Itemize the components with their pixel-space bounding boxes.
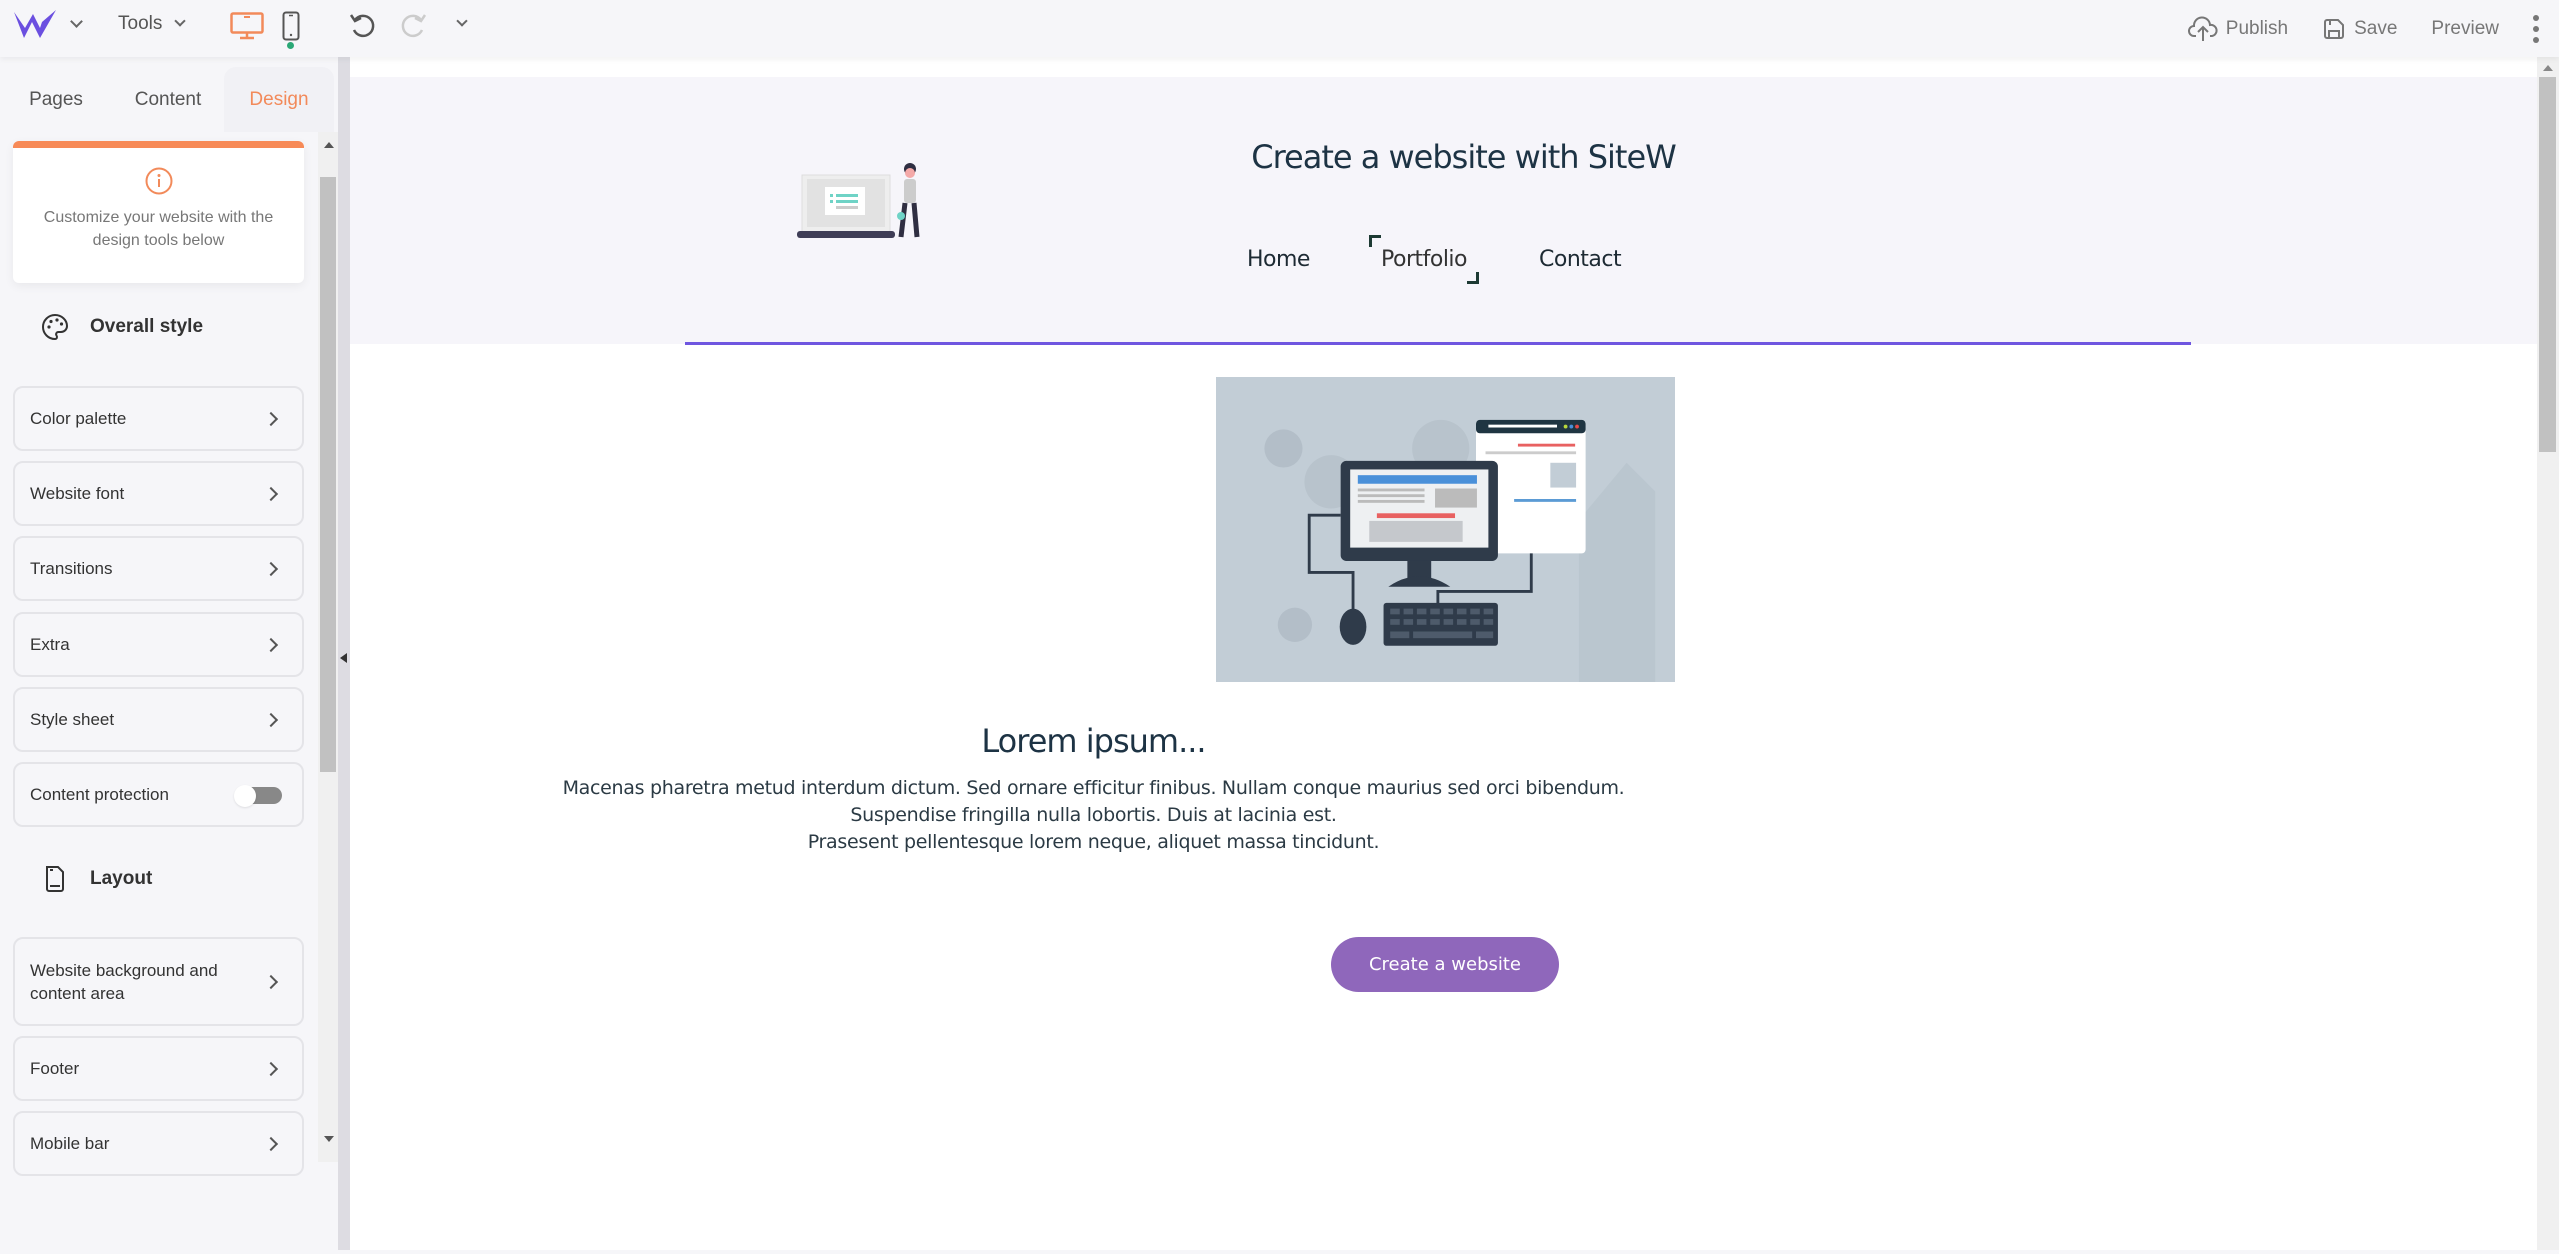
header-divider — [685, 342, 2191, 345]
item-label: Footer — [30, 1059, 80, 1078]
selection-corner — [1369, 235, 1381, 247]
menu-item-transitions[interactable]: Transitions — [13, 536, 304, 601]
tools-menu[interactable]: Tools — [118, 13, 187, 35]
item-label: Website font — [30, 484, 125, 503]
preview-button[interactable]: Preview — [2431, 18, 2499, 40]
design-options-list: Customize your website with the design t… — [0, 132, 318, 1254]
publish-label: Publish — [2225, 17, 2289, 39]
tab-content[interactable]: Content — [112, 67, 224, 132]
info-box: Customize your website with the design t… — [13, 141, 304, 283]
publish-button[interactable]: Publish — [2187, 16, 2289, 42]
computer-illustration — [1216, 377, 1675, 682]
save-label: Save — [2354, 17, 2398, 39]
panel-collapse-handle[interactable] — [338, 57, 350, 1250]
palette-icon — [42, 313, 69, 341]
menu-item-website-background[interactable]: Website background and content area — [13, 937, 304, 1026]
desktop-view-icon[interactable] — [230, 12, 264, 40]
section-title: Layout — [90, 868, 153, 889]
selection-corner — [1467, 272, 1480, 284]
undo-icon[interactable] — [348, 12, 378, 40]
menu-item-style-sheet[interactable]: Style sheet — [13, 687, 304, 752]
scrollbar-thumb[interactable] — [2539, 77, 2556, 452]
menu-item-color-palette[interactable]: Color palette — [13, 386, 304, 451]
more-options-icon[interactable] — [2533, 14, 2539, 43]
logo-menu-chevron-icon[interactable] — [70, 15, 83, 28]
section-title: Overall style — [90, 316, 204, 337]
canvas-scrollbar[interactable] — [2537, 57, 2559, 1250]
menu-item-mobile-bar[interactable]: Mobile bar — [13, 1111, 304, 1176]
document-icon — [46, 866, 64, 892]
chevron-right-icon — [263, 712, 279, 727]
chevron-right-icon — [263, 561, 279, 576]
tools-label: Tools — [118, 13, 163, 34]
panel-scrollbar[interactable] — [318, 132, 338, 1162]
content-line: Suspendise fringilla nulla lobortis. Dui… — [850, 804, 1337, 826]
chevron-right-icon — [263, 486, 279, 501]
top-toolbar: Tools Publish Save Preview — [0, 0, 2559, 57]
cloud-upload-icon — [2187, 16, 2218, 41]
create-website-button[interactable]: Create a website — [1331, 937, 1559, 992]
item-label: Style sheet — [30, 710, 115, 729]
chevron-right-icon — [263, 1136, 279, 1151]
nav-portfolio[interactable]: Portfolio — [1369, 235, 1480, 284]
more-history-chevron-icon[interactable] — [456, 15, 468, 27]
nav-contact[interactable]: Contact — [1539, 247, 1622, 272]
preview-label: Preview — [2431, 17, 2499, 39]
info-icon — [145, 167, 172, 195]
menu-item-website-font[interactable]: Website font — [13, 461, 304, 526]
content-title: Lorem ipsum... — [981, 722, 1206, 760]
hero-image[interactable] — [1216, 377, 1675, 682]
website-canvas: Create a website with SiteW Home Portfol… — [350, 57, 2537, 1250]
mobile-view-icon[interactable] — [282, 11, 300, 41]
tab-pages[interactable]: Pages — [0, 67, 112, 132]
menu-item-footer[interactable]: Footer — [13, 1036, 304, 1101]
content-protection-toggle[interactable] — [234, 784, 282, 807]
item-label: Transitions — [30, 559, 113, 578]
nav-home[interactable]: Home — [1247, 247, 1310, 272]
info-text: Customize your website with the design t… — [43, 209, 274, 249]
chevron-right-icon — [263, 637, 279, 652]
chevron-right-icon — [263, 974, 279, 989]
item-label: Color palette — [30, 409, 127, 428]
item-label: Content protection — [30, 785, 169, 804]
mobile-status-dot — [287, 42, 294, 49]
section-layout: Layout — [40, 864, 152, 894]
floppy-disk-icon — [2324, 18, 2345, 39]
scroll-up-arrow-icon[interactable] — [2543, 65, 2553, 71]
collapse-arrow-icon[interactable] — [340, 653, 347, 663]
chevron-right-icon — [263, 411, 279, 426]
tab-design[interactable]: Design — [224, 67, 334, 132]
sitew-logo-icon[interactable] — [12, 8, 58, 44]
design-panel: Pages Content Design Customize your webs… — [0, 57, 338, 1250]
redo-icon[interactable] — [398, 12, 428, 40]
item-label: Mobile bar — [30, 1134, 110, 1153]
site-title: Create a website with SiteW — [1251, 138, 1677, 176]
item-label: Extra — [30, 635, 70, 654]
item-label: Website background and content area — [30, 960, 218, 1003]
scrollbar-thumb[interactable] — [320, 177, 336, 772]
section-overall-style: Overall style — [40, 312, 203, 342]
content-paragraph: Macenas pharetra metud interdum dictum. … — [350, 775, 2537, 856]
panel-tabs: Pages Content Design — [0, 67, 338, 132]
chevron-down-icon — [174, 15, 187, 27]
content-line: Macenas pharetra metud interdum dictum. … — [562, 777, 1625, 799]
save-button[interactable]: Save — [2322, 17, 2397, 41]
content-line: Prasesent pellentesque lorem neque, aliq… — [807, 831, 1380, 853]
scroll-down-arrow-icon[interactable] — [324, 1136, 334, 1142]
scroll-up-arrow-icon[interactable] — [324, 142, 334, 148]
chevron-right-icon — [263, 1061, 279, 1076]
menu-item-content-protection: Content protection — [13, 762, 304, 827]
site-header[interactable]: Create a website with SiteW Home Portfol… — [350, 77, 2537, 344]
menu-item-extra[interactable]: Extra — [13, 612, 304, 677]
